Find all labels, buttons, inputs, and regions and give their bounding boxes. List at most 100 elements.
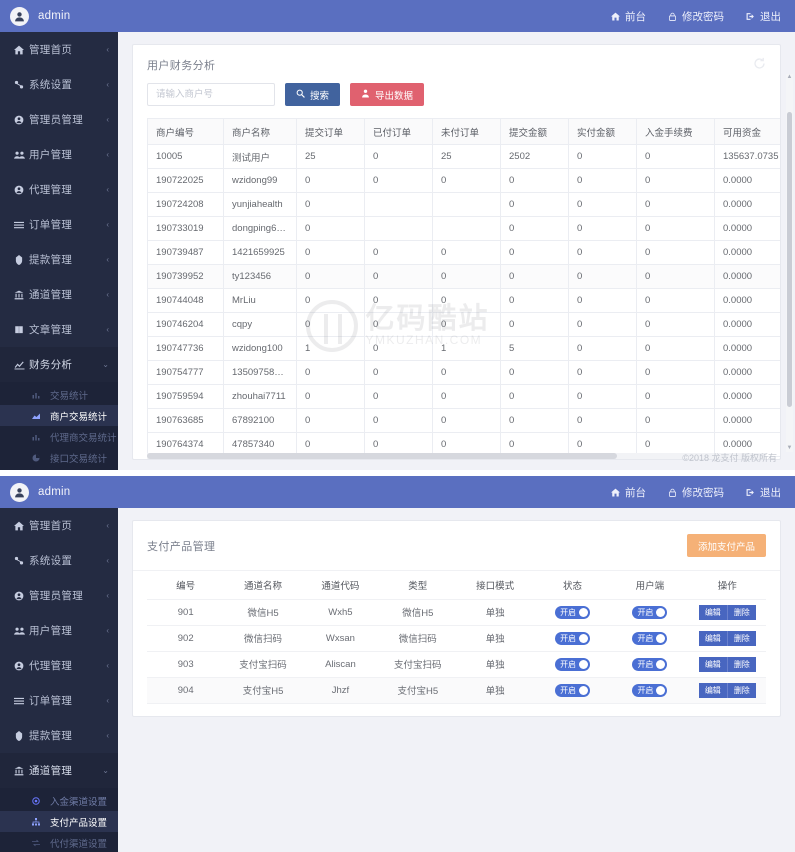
submenu-item-payout-channel-settings[interactable]: 代付渠道设置	[0, 832, 118, 852]
chevron-left-icon: ‹	[106, 661, 109, 670]
submenu-item-payment-product-settings[interactable]: 支付产品设置	[0, 811, 118, 832]
client-toggle[interactable]: 开启	[632, 683, 668, 697]
status-toggle[interactable]: 开启	[555, 657, 591, 671]
topnav-change-password[interactable]: 修改密码	[668, 485, 724, 500]
table-row[interactable]: 10005测试用户25025250200135637.07350.0	[147, 144, 780, 169]
export-button[interactable]: 导出数据	[350, 83, 425, 106]
sidebar-item-admin-management[interactable]: 管理员管理 ‹	[0, 102, 118, 137]
status-toggle[interactable]: 开启	[555, 683, 591, 697]
delete-button[interactable]: 删除	[726, 656, 756, 672]
column-header: 操作	[688, 571, 766, 600]
toggle-knob[interactable]	[579, 607, 589, 617]
toggle-knob[interactable]	[579, 633, 589, 643]
merchant-table-wrap[interactable]: 商户编号商户名称提交订单已付订单未付订单提交金额实付金额入金手续费可用资金冻 1…	[133, 118, 780, 459]
table-row[interactable]: 190724208yunjiahealth00000.00000.0	[147, 192, 780, 217]
table-row[interactable]: 901 微信H5 Wxh5 微信H5 单独 开启 开启 编辑 删除	[147, 599, 766, 626]
sidebar-item-home[interactable]: 管理首页 ‹	[0, 508, 118, 543]
edit-button[interactable]: 编辑	[698, 604, 727, 620]
edit-button[interactable]: 编辑	[698, 656, 727, 672]
sidebar-item-home[interactable]: 管理首页 ‹	[0, 32, 118, 67]
toggle-knob[interactable]	[656, 659, 666, 669]
table-row[interactable]: 190722025wzidong990000000.00000.0	[147, 168, 780, 193]
client-toggle[interactable]: 开启	[632, 657, 668, 671]
client-toggle[interactable]: 开启	[632, 631, 668, 645]
sidebar-item-channel-management[interactable]: 通道管理 ⌄	[0, 753, 118, 788]
sidebar-item-order-management[interactable]: 订单管理 ‹	[0, 683, 118, 718]
toggle-knob[interactable]	[579, 659, 589, 669]
client-toggle[interactable]: 开启	[632, 605, 668, 619]
refresh-icon[interactable]	[753, 57, 766, 73]
sidebar-item-agent-management[interactable]: 代理管理 ‹	[0, 172, 118, 207]
table-cell-mode: 单独	[456, 677, 534, 704]
sidebar-item-order-management[interactable]: 订单管理 ‹	[0, 207, 118, 242]
topnav-front[interactable]: 前台	[611, 9, 646, 24]
sidebar-item-channel-management[interactable]: 通道管理 ‹	[0, 277, 118, 312]
scroll-down-arrow-icon[interactable]: ▼	[786, 445, 793, 452]
column-header: 提交金额	[500, 118, 569, 145]
table-cell: 0	[636, 312, 715, 337]
sidebar-item-financial-analysis[interactable]: 财务分析 ⌄	[0, 347, 118, 382]
table-cell: 0	[364, 264, 433, 289]
table-cell-name: 微信H5	[224, 599, 302, 626]
scroll-up-arrow-icon[interactable]: ▲	[786, 74, 793, 81]
sidebar-item-withdraw-management[interactable]: 提款管理 ‹	[0, 718, 118, 753]
scrollbar-thumb[interactable]	[147, 453, 618, 459]
sidebar-item-withdraw-management[interactable]: 提款管理 ‹	[0, 242, 118, 277]
brand-area[interactable]: admin	[10, 6, 70, 26]
page-vertical-scrollbar[interactable]: ▲ ▼	[786, 74, 793, 452]
sidebar-item-user-management[interactable]: 用户管理 ‹	[0, 613, 118, 648]
submenu-item-recharge-ranking[interactable]: 充值排行榜	[0, 468, 118, 470]
sidebar-item-system-settings[interactable]: 系统设置 ‹	[0, 543, 118, 578]
sidebar-item-agent-management[interactable]: 代理管理 ‹	[0, 648, 118, 683]
table-row[interactable]: 190733019dongping68 …00000.00000.0	[147, 216, 780, 241]
edit-button[interactable]: 编辑	[698, 682, 727, 698]
status-toggle[interactable]: 开启	[555, 631, 591, 645]
submenu-item-interface-transaction-stats[interactable]: 接口交易统计	[0, 447, 118, 468]
table-row[interactable]: 902 微信扫码 Wxsan 微信扫码 单独 开启 开启 编辑 删除	[147, 625, 766, 652]
sidebar-item-user-management[interactable]: 用户管理 ‹	[0, 137, 118, 172]
table-row[interactable]: 903 支付宝扫码 Aliscan 支付宝扫码 单独 开启 开启 编辑 删除	[147, 651, 766, 678]
table-row[interactable]: 190759594zhouhai77110000000.00000.0	[147, 384, 780, 409]
table-row[interactable]: 904 支付宝H5 Jhzf 支付宝H5 单独 开启 开启 编辑 删除	[147, 677, 766, 704]
search-input[interactable]	[147, 83, 275, 106]
edit-button[interactable]: 编辑	[698, 630, 727, 646]
add-payment-product-button[interactable]: 添加支付产品	[686, 534, 766, 557]
home-icon	[611, 488, 620, 497]
topnav-logout[interactable]: 退出	[746, 485, 781, 500]
sidebar-item-admin-management[interactable]: 管理员管理 ‹	[0, 578, 118, 613]
table-cell: ty123456	[223, 264, 297, 289]
brand-area-b[interactable]: admin	[10, 482, 70, 502]
table-row[interactable]: 190746204cqpy0000000.00000.0	[147, 312, 780, 337]
toggle-knob[interactable]	[579, 685, 589, 695]
toggle-knob[interactable]	[656, 685, 666, 695]
delete-button[interactable]: 删除	[726, 682, 756, 698]
sidebar-item-article-management[interactable]: 文章管理 ‹	[0, 312, 118, 347]
delete-button[interactable]: 删除	[726, 604, 756, 620]
topnav-logout[interactable]: 退出	[746, 9, 781, 24]
sidebar-item-system-settings[interactable]: 系统设置 ‹	[0, 67, 118, 102]
submenu-item-agent-transaction-stats[interactable]: 代理商交易统计	[0, 426, 118, 447]
table-row[interactable]: 190747736wzidong1001015000.00000.0	[147, 336, 780, 361]
table-cell: 0	[432, 408, 501, 433]
submenu-item-deposit-channel-settings[interactable]: 入金渠道设置	[0, 790, 118, 811]
topnav-change-password[interactable]: 修改密码	[668, 9, 724, 24]
toggle-knob[interactable]	[656, 607, 666, 617]
delete-button[interactable]: 删除	[726, 630, 756, 646]
search-button[interactable]: 搜索	[285, 83, 341, 106]
horizontal-scrollbar[interactable]	[147, 453, 766, 459]
table-row[interactable]: 19073948714216599250000000.00000.0	[147, 240, 780, 265]
topnav-front[interactable]: 前台	[611, 485, 646, 500]
submenu-item-merchant-transaction-stats[interactable]: 商户交易统计	[0, 405, 118, 426]
table-row[interactable]: 190763685678921000000000.00000.0	[147, 408, 780, 433]
table-row[interactable]: 190754777135097587790000000.00000.0	[147, 360, 780, 385]
panel-header: 用户财务分析	[133, 45, 780, 73]
submenu-item-transaction-stats[interactable]: 交易统计	[0, 384, 118, 405]
toggle-knob[interactable]	[656, 633, 666, 643]
status-toggle[interactable]: 开启	[555, 605, 591, 619]
table-row[interactable]: 190739952ty1234560000000.00000.0	[147, 264, 780, 289]
page-scrollbar-thumb[interactable]	[787, 111, 792, 407]
table-row[interactable]: 190744048MrLiu0000000.00000.0	[147, 288, 780, 313]
table-cell: 0	[296, 168, 365, 193]
submenu-label: 接口交易统计	[50, 453, 108, 465]
table-cell: 0.0000	[714, 360, 780, 385]
